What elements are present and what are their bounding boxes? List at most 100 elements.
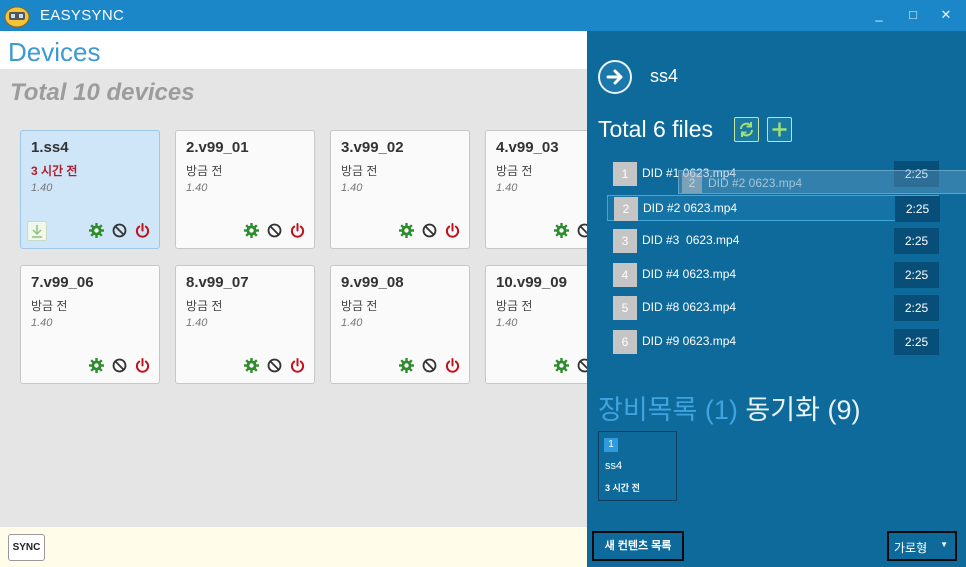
- block-icon[interactable]: [111, 357, 128, 374]
- power-icon[interactable]: [289, 222, 306, 239]
- device-actions: [553, 222, 587, 240]
- device-name: 3.v99_02: [341, 139, 404, 156]
- device-status: 방금 전: [496, 164, 533, 178]
- device-name: 9.v99_08: [341, 274, 404, 291]
- minimize-button[interactable]: _: [868, 4, 890, 26]
- device-name: 10.v99_09: [496, 274, 567, 291]
- device-list-heading[interactable]: 장비목록: [598, 395, 697, 425]
- device-version: 1.40: [186, 182, 208, 194]
- block-icon[interactable]: [111, 222, 128, 239]
- device-card[interactable]: 10.v99_09 방금 전 1.40: [485, 265, 587, 384]
- block-icon[interactable]: [266, 357, 283, 374]
- device-version: 1.40: [186, 317, 208, 329]
- file-duration: 2:25: [895, 195, 940, 222]
- gear-icon[interactable]: [553, 222, 570, 239]
- device-actions: [88, 222, 151, 240]
- power-icon[interactable]: [134, 357, 151, 374]
- orientation-select[interactable]: 가로형 ▼: [887, 531, 957, 561]
- power-icon[interactable]: [444, 357, 461, 374]
- block-icon[interactable]: [266, 222, 283, 239]
- file-row[interactable]: 4 DID #4 0623.mp4 2:25: [607, 261, 939, 288]
- file-name: DID #2 0623.mp4: [643, 200, 738, 215]
- file-duration: 2:25: [894, 295, 939, 321]
- gear-icon[interactable]: [398, 222, 415, 239]
- power-icon[interactable]: [444, 222, 461, 239]
- device-card[interactable]: 1.ss4 3 시간 전 1.40: [20, 130, 160, 249]
- file-name: DID #3 0623.mp4: [642, 233, 740, 247]
- new-content-list-button[interactable]: 새 컨텐츠 목록: [592, 531, 684, 561]
- arrow-right-icon[interactable]: [598, 60, 632, 94]
- drag-ghost-number: 2: [682, 173, 702, 193]
- block-icon[interactable]: [576, 357, 587, 374]
- file-duration: 2:25: [894, 261, 939, 288]
- gear-icon[interactable]: [243, 357, 260, 374]
- device-status: 방금 전: [341, 299, 378, 313]
- device-version: 1.40: [496, 182, 518, 194]
- device-status: 방금 전: [341, 164, 378, 178]
- sync-tab-heading[interactable]: 동기화: [745, 395, 820, 425]
- file-row[interactable]: 5 DID #8 0623.mp4 2:25: [607, 295, 939, 321]
- refresh-icon[interactable]: [734, 117, 759, 142]
- device-version: 1.40: [496, 317, 518, 329]
- power-icon[interactable]: [289, 357, 306, 374]
- file-name: DID #8 0623.mp4: [642, 300, 737, 314]
- block-icon[interactable]: [576, 222, 587, 239]
- device-card[interactable]: 9.v99_08 방금 전 1.40: [330, 265, 470, 384]
- device-name: 2.v99_01: [186, 139, 249, 156]
- file-row[interactable]: 6 DID #9 0623.mp4 2:25: [607, 328, 939, 355]
- device-actions: [243, 222, 306, 240]
- device-name: 1.ss4: [31, 139, 69, 156]
- device-version: 1.40: [31, 317, 53, 329]
- file-name: DID #4 0623.mp4: [642, 266, 737, 281]
- device-actions: [398, 357, 461, 375]
- gear-icon[interactable]: [398, 357, 415, 374]
- device-card[interactable]: 3.v99_02 방금 전 1.40: [330, 130, 470, 249]
- total-devices-label: Total 10 devices: [10, 79, 195, 106]
- sync-device-number: 1: [604, 438, 618, 452]
- title-bar: EASYSYNC _ □ ✕: [0, 0, 966, 31]
- app-title: EASYSYNC: [40, 7, 125, 24]
- maximize-button[interactable]: □: [902, 4, 924, 26]
- file-row[interactable]: 3 DID #3 0623.mp4 2:25: [607, 228, 939, 254]
- block-icon[interactable]: [421, 222, 438, 239]
- device-version: 1.40: [31, 182, 53, 194]
- gear-icon[interactable]: [553, 357, 570, 374]
- file-number: 6: [613, 329, 637, 354]
- device-card[interactable]: 7.v99_06 방금 전 1.40: [20, 265, 160, 384]
- file-name: DID #9 0623.mp4: [642, 333, 737, 348]
- file-row[interactable]: 2 DID #2 0623.mp4 2:25: [607, 194, 940, 222]
- sync-button[interactable]: SYNC: [8, 534, 45, 561]
- selected-device-name: ss4: [650, 66, 679, 86]
- sync-count: (9): [827, 395, 861, 425]
- page-title: Devices: [8, 37, 101, 67]
- device-actions: [243, 357, 306, 375]
- sync-heading: 장비목록 (1) 동기화 (9): [598, 388, 860, 427]
- gear-icon[interactable]: [88, 222, 105, 239]
- device-status: 방금 전: [31, 299, 68, 313]
- device-status: 3 시간 전: [31, 164, 78, 178]
- devices-panel: Devices Total 10 devices 1.ss4 3 시간 전 1.40…: [0, 31, 587, 567]
- device-card[interactable]: 4.v99_03 방금 전 1.40: [485, 130, 587, 249]
- close-button[interactable]: ✕: [935, 4, 957, 26]
- total-files-label: Total 6 files: [598, 116, 714, 142]
- device-card[interactable]: 2.v99_01 방금 전 1.40: [175, 130, 315, 249]
- orientation-value: 가로형: [894, 541, 928, 555]
- files-panel: ss4 Total 6 files 1 DID #1 0623.mp4 2:25 2 D…: [587, 31, 966, 567]
- drag-ghost-row: 2 DID #2 0623.mp4: [678, 170, 966, 194]
- device-status: 방금 전: [186, 299, 223, 313]
- add-file-icon[interactable]: [767, 117, 792, 142]
- gear-icon[interactable]: [243, 222, 260, 239]
- file-duration: 2:25: [894, 228, 939, 254]
- device-version: 1.40: [341, 317, 363, 329]
- device-actions: [398, 222, 461, 240]
- device-actions: [88, 357, 151, 375]
- sync-device-card[interactable]: 1 ss4 3 시간 전: [598, 431, 677, 501]
- block-icon[interactable]: [421, 357, 438, 374]
- device-list-count: (1): [704, 395, 738, 425]
- device-card[interactable]: 8.v99_07 방금 전 1.40: [175, 265, 315, 384]
- power-icon[interactable]: [134, 222, 151, 239]
- device-status: 방금 전: [496, 299, 533, 313]
- download-icon[interactable]: [27, 221, 47, 241]
- sync-device-name: ss4: [605, 460, 623, 472]
- gear-icon[interactable]: [88, 357, 105, 374]
